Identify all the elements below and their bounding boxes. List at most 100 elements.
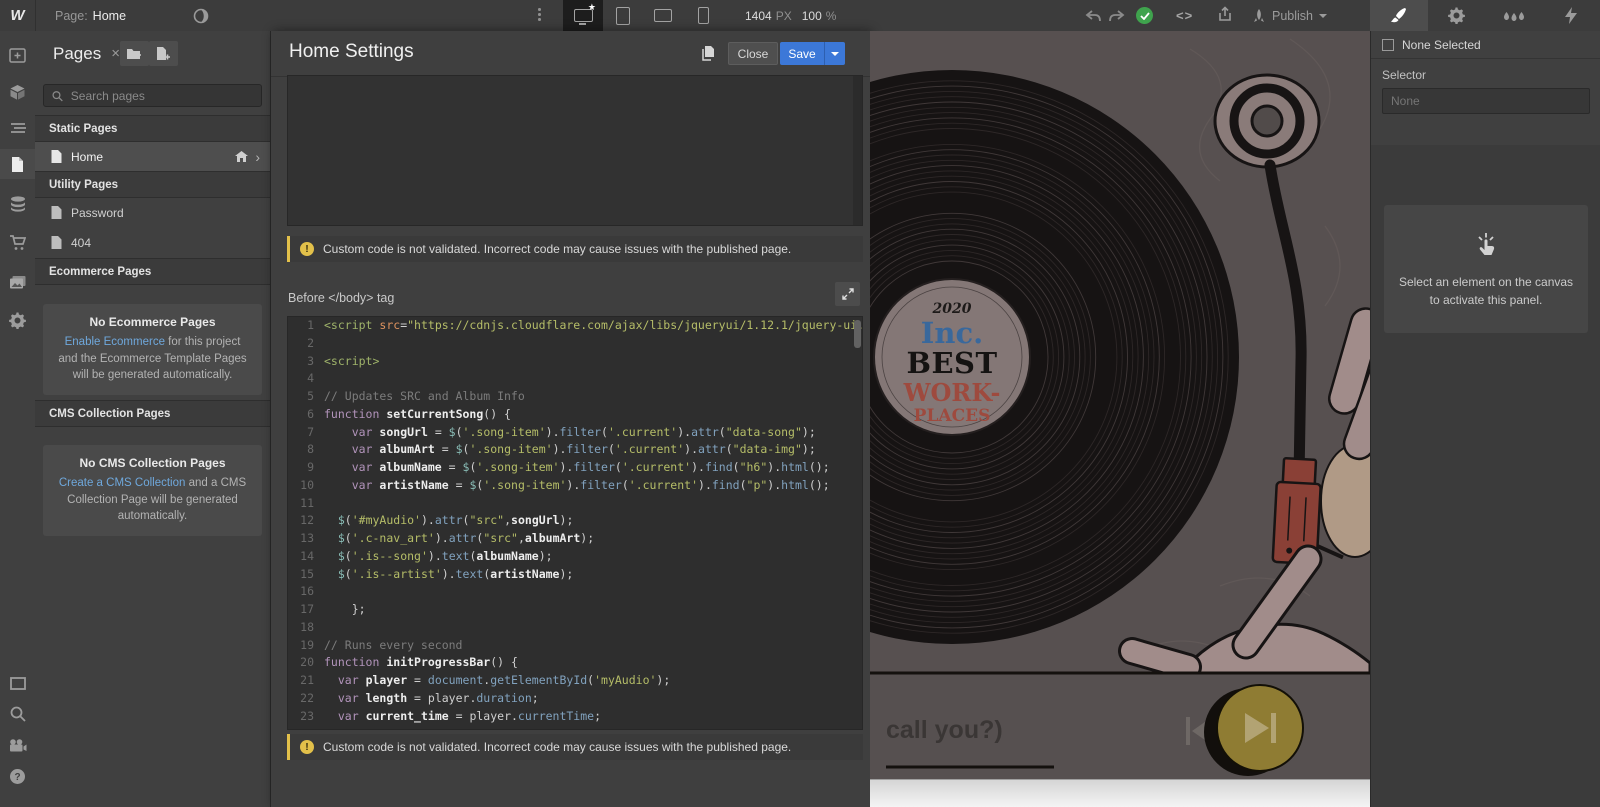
publish-button[interactable]: Publish [1252,0,1327,31]
zoom-value: 100 [802,9,822,23]
code-line[interactable]: 2 [288,335,862,353]
warning-icon: ! [300,740,314,754]
ecommerce-cart-icon[interactable] [0,228,35,258]
svg-text:WORK-: WORK- [903,378,1001,407]
canvas-width-value: 1404 [745,9,772,23]
style-panel: None Selected Selector Select an element… [1370,31,1600,807]
no-cms-pages-card: No CMS Collection Pages Create a CMS Col… [43,445,262,536]
webflow-logo-icon[interactable]: W [0,0,36,31]
cms-collection-pages-section-header[interactable]: CMS Collection Pages [35,400,270,427]
code-line[interactable]: 16 [288,583,862,601]
code-line[interactable]: 23 var current_time = player.currentTime… [288,708,862,726]
code-line[interactable]: 18 [288,619,862,637]
canvas-frame-icon[interactable] [0,668,35,698]
static-pages-section-header[interactable]: Static Pages [35,115,270,142]
tab-style-brush-icon[interactable] [1370,0,1428,31]
page-row-404[interactable]: 404 [35,228,270,257]
device-desktop-icon[interactable]: ★ [563,0,603,31]
code-line[interactable]: 14 $('.is--song').text(albumName); [288,548,862,566]
enable-ecommerce-link[interactable]: Enable Ecommerce [65,336,165,348]
selection-status-row: None Selected [1371,31,1600,59]
page-settings-chevron-icon[interactable]: › [255,149,260,165]
code-line[interactable]: 10 var artistName = $('.song-item').filt… [288,477,862,495]
code-line[interactable]: 4 [288,370,862,388]
toolbar-overflow-menu-icon[interactable] [538,8,541,21]
code-line[interactable]: 8 var albumArt = $('.song-item').filter(… [288,441,862,459]
components-cube-icon[interactable] [0,77,35,107]
device-phone-landscape-icon[interactable] [643,0,683,31]
search-pages-input[interactable] [69,88,253,104]
body-code-editor[interactable]: 1<script src="https://cdnjs.cloudflare.c… [287,316,863,730]
svg-text:PLACES: PLACES [914,406,991,426]
selection-checkbox-icon[interactable] [1382,39,1394,51]
page-breadcrumb[interactable]: Page: Home [55,0,126,31]
device-phone-portrait-icon[interactable] [683,0,723,31]
scrollbar-thumb[interactable] [854,320,861,348]
settings-title: Home Settings [289,41,414,63]
undo-icon[interactable] [1085,0,1102,31]
video-tutorials-icon[interactable] [0,730,35,760]
redo-icon[interactable] [1108,0,1125,31]
code-line[interactable]: 12 $('#myAudio').attr("src",songUrl); [288,512,862,530]
code-line[interactable]: 9 var albumName = $('.song-item').filter… [288,459,862,477]
cms-database-icon[interactable] [0,189,35,219]
tab-style-manager-drops-icon[interactable] [1485,0,1543,31]
add-elements-icon[interactable] [0,40,35,70]
new-folder-button[interactable] [120,41,149,66]
code-line[interactable]: 20function initProgressBar() { [288,654,862,672]
head-code-editor-partial[interactable] [287,75,863,226]
device-tablet-icon[interactable] [603,0,643,31]
page-name: Home [93,9,126,23]
code-line[interactable]: 1<script src="https://cdnjs.cloudflare.c… [288,317,862,335]
utility-pages-section-header[interactable]: Utility Pages [35,171,270,198]
code-line[interactable]: 6function setCurrentSong() { [288,406,862,424]
pages-panel-close-icon[interactable]: × [111,45,120,62]
page-row-password[interactable]: Password [35,198,270,227]
find-search-icon[interactable] [0,699,35,729]
code-line[interactable]: 3<script> [288,353,862,371]
expand-editor-button[interactable] [835,282,860,306]
code-line[interactable]: 13 $('.c-nav_art').attr("src",albumArt); [288,530,862,548]
saved-status-icon[interactable] [1136,7,1153,24]
tab-settings-gear-icon[interactable] [1428,0,1486,31]
before-body-tag-label: Before </body> tag [288,291,394,305]
selector-input[interactable] [1382,88,1590,114]
preview-eye-icon[interactable] [188,4,214,27]
code-line[interactable]: 11 [288,495,862,513]
ecommerce-pages-section-header[interactable]: Ecommerce Pages [35,258,270,285]
code-line[interactable]: 21 var player = document.getElementById(… [288,672,862,690]
code-line[interactable]: 7 var songUrl = $('.song-item').filter('… [288,424,862,442]
canvas-size-indicator[interactable]: 1404 PX 100 % [745,0,836,31]
navigator-layers-icon[interactable] [0,113,35,143]
pages-doc-icon[interactable] [0,149,35,179]
save-button[interactable]: Save [780,42,824,65]
tab-interactions-bolt-icon[interactable] [1543,0,1600,31]
code-line[interactable]: 5// Updates SRC and Album Info [288,388,862,406]
close-button[interactable]: Close [728,42,778,65]
thumb [1132,651,1188,667]
code-line[interactable]: 17 }; [288,601,862,619]
audio-player-bar: call you?) [870,672,1370,807]
page-doc-icon [51,236,62,249]
duplicate-page-icon[interactable] [696,42,720,64]
code-line[interactable]: 22 var length = player.duration; [288,690,862,708]
scrollbar-track[interactable] [853,76,862,225]
create-cms-collection-link[interactable]: Create a CMS Collection [59,477,186,489]
tap-pointer-icon [1471,229,1501,259]
svg-text:Inc.: Inc. [921,316,983,350]
pages-panel: Pages × Static Pages Home › Utility P [35,31,271,807]
help-icon[interactable]: ? [0,761,35,791]
assets-images-icon[interactable] [0,267,35,297]
code-line[interactable]: 15 $('.is--artist').text(artistName); [288,566,862,584]
save-options-caret[interactable] [824,42,845,65]
search-icon [52,90,63,102]
page-row-home[interactable]: Home › [35,142,270,171]
design-canvas[interactable]: 2020 Inc. BEST WORK- PLACES [870,31,1370,807]
share-icon[interactable] [1216,6,1234,24]
code-line[interactable]: 19// Runs every second [288,637,862,655]
top-toolbar: W Page: Home ★ 1404 PX 100 % [0,0,1600,32]
vinyl-turntable-illustration: 2020 Inc. BEST WORK- PLACES [870,31,1370,807]
new-page-button[interactable] [149,41,178,66]
project-settings-gear-icon[interactable] [0,305,35,335]
export-code-icon[interactable]: <> [1176,0,1193,31]
